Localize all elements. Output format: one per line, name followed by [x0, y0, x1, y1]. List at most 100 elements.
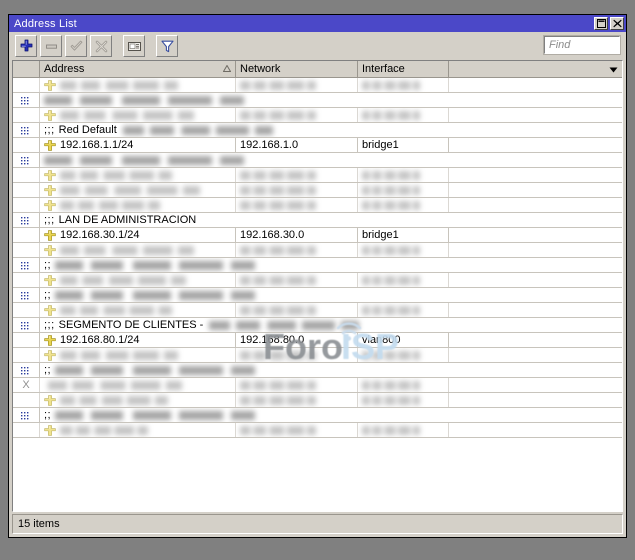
search-placeholder: Find	[549, 39, 571, 51]
table-row[interactable]	[13, 168, 622, 183]
table-row[interactable]	[13, 183, 622, 198]
redacted-text	[240, 395, 316, 405]
cell-network	[236, 273, 358, 287]
address-pin-icon	[44, 424, 56, 436]
comment-marker-icon	[20, 126, 28, 134]
check-icon	[70, 40, 82, 51]
comment-prefix: ;;;	[44, 214, 55, 226]
cell-extra	[449, 378, 622, 392]
table-row[interactable]	[13, 303, 622, 318]
comment-row[interactable]: ;;; Red Default	[13, 123, 622, 138]
minus-icon	[45, 44, 57, 49]
cell-network: 192.168.30.0	[236, 228, 358, 242]
cell-network	[236, 378, 358, 392]
redacted-text	[362, 110, 420, 120]
redacted-text	[209, 320, 360, 330]
address-pin-icon	[44, 229, 56, 241]
comment-row[interactable]: ;;; LAN DE ADMINISTRACION	[13, 213, 622, 228]
address-pin-icon	[44, 274, 56, 286]
comment-row[interactable]: ;;	[13, 288, 622, 303]
column-header-interface[interactable]: Interface	[358, 61, 449, 77]
add-button[interactable]	[15, 35, 37, 57]
comment-button[interactable]	[123, 35, 145, 57]
close-button[interactable]	[610, 17, 624, 30]
redacted-text	[60, 185, 200, 195]
cell-extra	[449, 423, 622, 437]
row-flag-cell	[13, 393, 40, 407]
redacted-text	[362, 200, 420, 210]
address-pin-icon	[44, 139, 56, 151]
window-titlebar[interactable]: Address List	[9, 15, 626, 32]
comment-marker-icon	[20, 96, 28, 104]
address-list-window: Address List Find Address Network Interf…	[8, 14, 627, 538]
cell-extra	[449, 348, 622, 362]
table-row[interactable]: X	[13, 378, 622, 393]
redacted-text	[362, 380, 420, 390]
funnel-icon	[160, 40, 174, 52]
row-flag-cell	[13, 228, 40, 242]
comment-marker-icon	[20, 261, 28, 269]
row-flag-cell	[13, 213, 40, 227]
table-row[interactable]	[13, 198, 622, 213]
comment-marker-icon	[20, 156, 28, 164]
column-header-network[interactable]: Network	[236, 61, 358, 77]
cell-address	[40, 273, 236, 287]
column-header-flags[interactable]	[13, 61, 40, 77]
comment-text: ;;; LAN DE ADMINISTRACION	[40, 213, 622, 227]
column-header-address[interactable]: Address	[40, 61, 236, 77]
cell-address-label: 192.168.1.1/24	[60, 139, 134, 151]
cell-address	[40, 393, 236, 407]
comment-row[interactable]: ;;	[13, 258, 622, 273]
comment-row[interactable]	[13, 93, 622, 108]
table-row[interactable]: 192.168.30.1/24 192.168.30.0 bridge1	[13, 228, 622, 243]
redacted-text	[362, 350, 420, 360]
address-pin-icon	[44, 349, 56, 361]
table-row[interactable]: 192.168.1.1/24 192.168.1.0 bridge1	[13, 138, 622, 153]
row-flag-cell	[13, 273, 40, 287]
table-row[interactable]	[13, 78, 622, 93]
comment-row[interactable]: ;;	[13, 363, 622, 378]
cell-network	[236, 393, 358, 407]
cell-network	[236, 78, 358, 92]
cell-interface	[358, 168, 449, 182]
comment-marker-icon	[20, 411, 28, 419]
column-header-extra[interactable]	[449, 61, 622, 77]
redacted-text	[240, 170, 316, 180]
redacted-text	[60, 200, 160, 210]
cell-interface: vlan800	[358, 333, 449, 347]
redacted-text	[240, 350, 316, 360]
table-row[interactable]	[13, 423, 622, 438]
maximize-button[interactable]	[594, 17, 608, 30]
comment-row[interactable]	[13, 153, 622, 168]
table-row[interactable]	[13, 108, 622, 123]
cell-extra	[449, 333, 622, 347]
row-flag-cell	[13, 258, 40, 272]
cell-extra	[449, 303, 622, 317]
table-row[interactable]: 192.168.80.1/24 192.168.80.0 vlan800	[13, 333, 622, 348]
redacted-text	[48, 380, 182, 390]
comment-text	[40, 93, 622, 107]
redacted-text	[60, 395, 168, 405]
row-flag-cell	[13, 408, 40, 422]
search-input[interactable]: Find	[543, 35, 621, 55]
cell-network	[236, 423, 358, 437]
cell-extra	[449, 228, 622, 242]
table-row[interactable]	[13, 393, 622, 408]
cell-interface	[358, 78, 449, 92]
enable-button	[65, 35, 87, 57]
row-flag-cell	[13, 93, 40, 107]
comment-row[interactable]: ;;; SEGMENTO DE CLIENTES -	[13, 318, 622, 333]
table-row[interactable]	[13, 348, 622, 363]
table-row[interactable]	[13, 243, 622, 258]
cell-address	[40, 243, 236, 257]
cell-address	[40, 183, 236, 197]
address-pin-icon	[44, 184, 56, 196]
cell-extra	[449, 273, 622, 287]
redacted-text	[240, 200, 316, 210]
redacted-text	[60, 425, 148, 435]
filter-button[interactable]	[156, 35, 178, 57]
plus-icon	[20, 39, 32, 51]
comment-row[interactable]: ;;	[13, 408, 622, 423]
table-row[interactable]	[13, 273, 622, 288]
cell-network: 192.168.1.0	[236, 138, 358, 152]
